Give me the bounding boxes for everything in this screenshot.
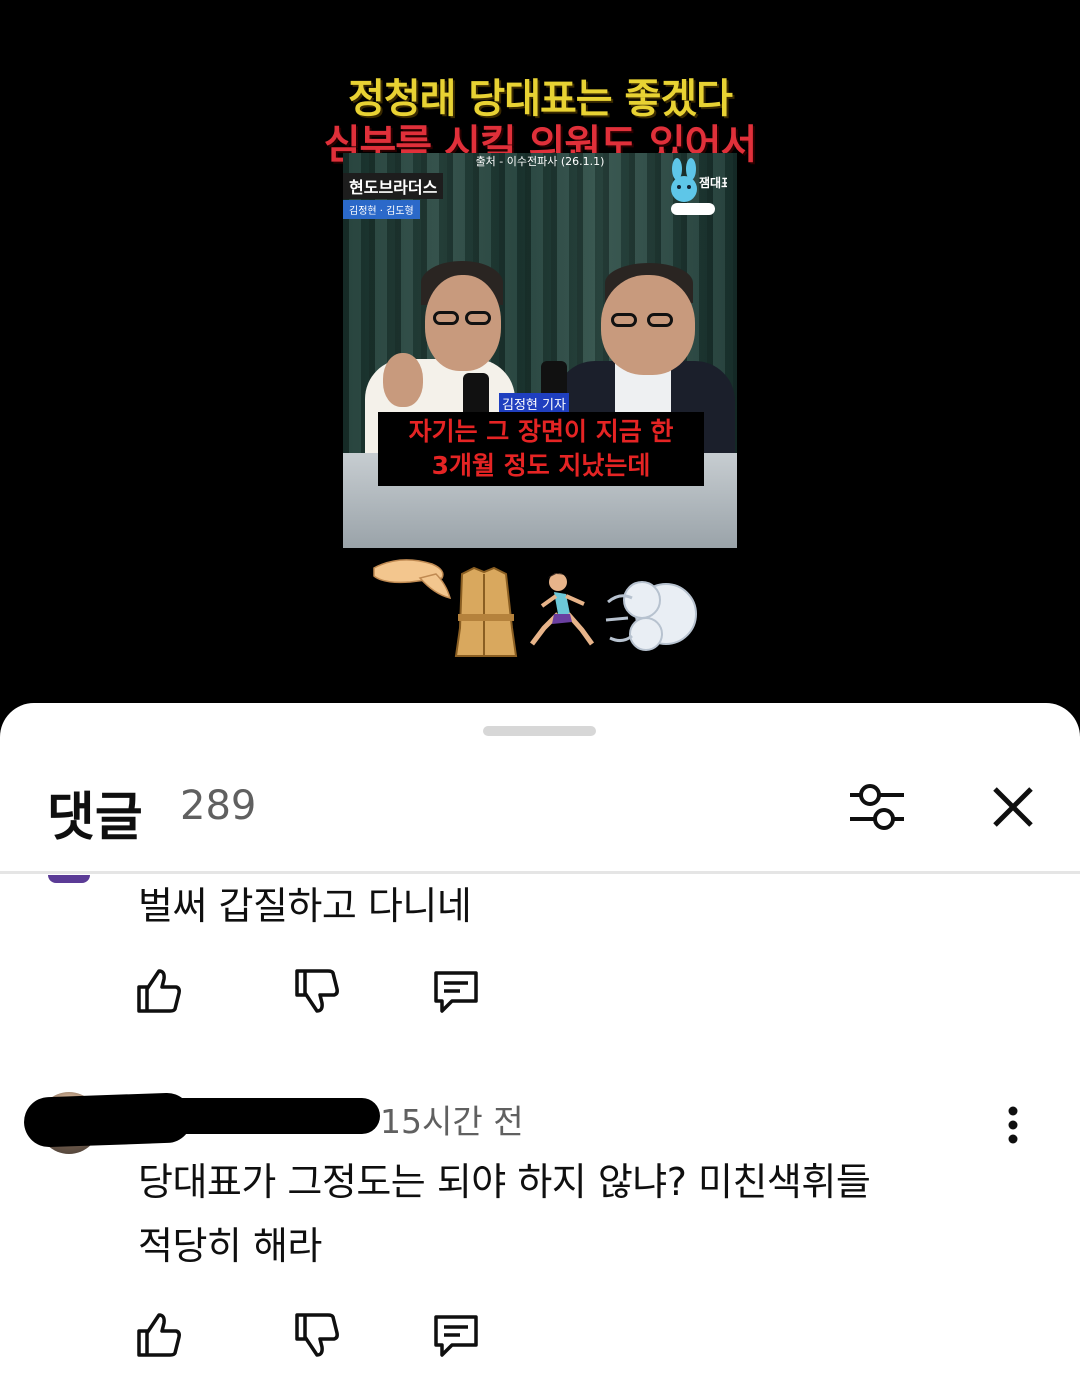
bunny-logo-icon: 잼대표 xyxy=(671,158,727,215)
like-button[interactable] xyxy=(133,965,185,1017)
pinching-hand-icon xyxy=(373,559,452,600)
reply-icon xyxy=(434,1315,478,1357)
dislike-button[interactable] xyxy=(291,1309,343,1361)
redaction-mark xyxy=(60,1098,380,1134)
comment-text-line2: 적당히 해라 xyxy=(138,1224,322,1268)
emoji-row xyxy=(373,559,697,657)
comment-text: 당대표가 그정도는 되야 하지 않냐? 미친색휘들 적당히 해라 xyxy=(138,1150,871,1278)
comment-text: 벌써 갑질하고 다니네 xyxy=(138,884,472,928)
thumbs-up-icon xyxy=(137,1313,181,1357)
comments-title: 댓글 xyxy=(47,788,143,848)
dash-cloud-icon xyxy=(605,581,697,651)
comments-count: 289 xyxy=(180,783,257,829)
drag-handle[interactable] xyxy=(483,726,596,736)
thumbs-down-icon xyxy=(295,969,339,1013)
like-button[interactable] xyxy=(133,1309,185,1361)
header-divider xyxy=(0,871,1080,874)
reply-icon xyxy=(434,971,478,1013)
coat-icon xyxy=(454,566,518,657)
close-icon xyxy=(993,787,1033,827)
speaker-name-tag: 김정현 기자 xyxy=(499,393,569,414)
more-options-button[interactable] xyxy=(993,1103,1033,1149)
comment-timestamp: 15시간 전 xyxy=(380,1102,524,1141)
video-caption: 자기는 그 장면이 지금 한 3개월 정도 지났는데 xyxy=(378,412,704,486)
filter-button[interactable] xyxy=(846,779,908,835)
video-frame: 출처 - 이수전파사 (26.1.1) 현도브라더스 김정현 · 김도형 잼대표 xyxy=(343,153,737,548)
comment-text-line1: 당대표가 그정도는 되야 하지 않냐? 미친색휘들 xyxy=(138,1160,871,1204)
video-player[interactable]: 정청래 당대표는 좋겠다 심부름 시킬 의원도 있어서 출처 - 이수전파사 (… xyxy=(0,0,1080,720)
reply-button[interactable] xyxy=(430,1309,482,1361)
thumbs-up-icon xyxy=(137,969,181,1013)
reply-button[interactable] xyxy=(430,965,482,1017)
dislike-button[interactable] xyxy=(291,965,343,1017)
thumbs-down-icon xyxy=(295,1313,339,1357)
running-woman-icon xyxy=(530,573,595,646)
channel-logo-text: 잼대표 xyxy=(699,176,727,190)
avatar[interactable] xyxy=(48,875,90,883)
caption-line1: 자기는 그 장면이 지금 한 xyxy=(408,417,674,446)
comments-sheet: 댓글 289 벌써 갑질하고 다니네 15시간 전 당대표가 그정도는 되야 하… xyxy=(0,703,1080,1395)
more-vert-icon xyxy=(1008,1106,1018,1144)
filter-sliders-icon xyxy=(850,784,904,830)
show-logo: 현도브라더스 xyxy=(343,173,444,199)
close-button[interactable] xyxy=(985,779,1041,835)
show-host-names: 김정현 · 김도형 xyxy=(343,200,420,219)
caption-line2: 3개월 정도 지났는데 xyxy=(431,451,651,480)
